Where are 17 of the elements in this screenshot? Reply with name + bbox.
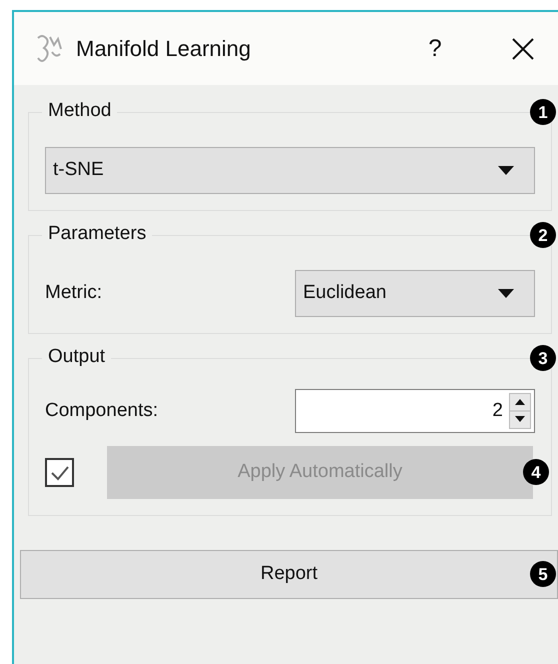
help-button[interactable]: ? [420, 30, 450, 66]
spin-arrows-icon[interactable] [509, 393, 531, 429]
close-icon [511, 36, 535, 60]
window-title: Manifold Learning [76, 35, 251, 63]
field-label: Metric: [45, 281, 102, 306]
dropdown-caret-icon [498, 289, 514, 298]
spin-box[interactable]: 2 [295, 389, 535, 433]
callout-badge: 3 [530, 345, 556, 371]
callout-badge: 2 [530, 222, 556, 248]
dropdown[interactable]: Euclidean [295, 270, 535, 317]
callout-badge: 1 [530, 99, 556, 125]
check-icon [50, 464, 70, 480]
dropdown-caret-icon [498, 166, 514, 175]
callout-badge: 4 [523, 459, 549, 485]
field-label: Components: [45, 398, 158, 423]
spin-value: 2 [492, 398, 503, 423]
dropdown[interactable]: t-SNE [45, 147, 535, 194]
